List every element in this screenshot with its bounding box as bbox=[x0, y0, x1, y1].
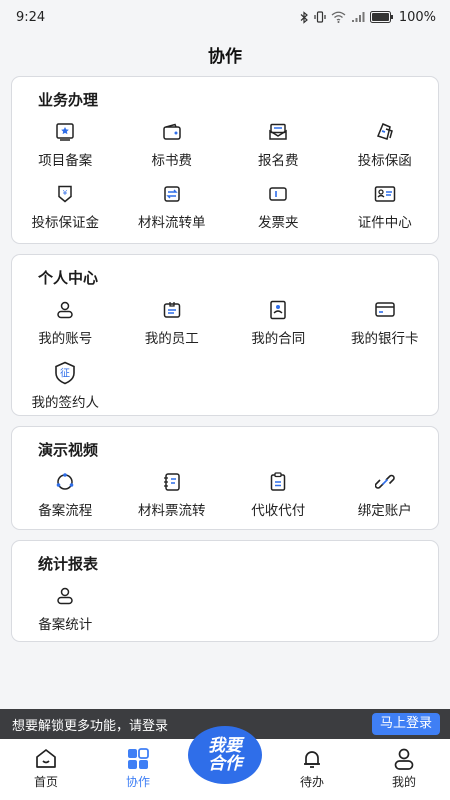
menu-item-material-ticket[interactable]: 材料票流转 bbox=[119, 461, 226, 523]
menu-item-project-record[interactable]: 项目备案 bbox=[12, 111, 119, 173]
svg-text:¥: ¥ bbox=[63, 189, 68, 197]
tab-mine[interactable]: 我的 bbox=[359, 747, 449, 790]
menu-item-label: 绑定账户 bbox=[357, 503, 412, 519]
home-icon bbox=[36, 749, 56, 768]
bluetooth-icon bbox=[300, 10, 308, 24]
cooperate-line-2: 合作 bbox=[208, 754, 242, 774]
menu-item-label: 我的账号 bbox=[38, 331, 93, 347]
user-icon bbox=[394, 748, 414, 770]
menu-item-signup-fee[interactable]: 报名费 bbox=[225, 111, 332, 173]
signup-fee-icon bbox=[267, 121, 289, 143]
menu-item-label: 备案统计 bbox=[38, 617, 93, 633]
menu-item-my-contract[interactable]: 我的合同 bbox=[225, 289, 332, 351]
record-flow-icon bbox=[54, 471, 76, 493]
menu-item-label: 项目备案 bbox=[38, 153, 93, 169]
menu-item-bid-guarantee[interactable]: 投标保函 bbox=[332, 111, 439, 173]
section-title: 个人中心 bbox=[38, 269, 99, 287]
page-title: 协作 bbox=[208, 46, 242, 67]
menu-item-label: 投标保证金 bbox=[31, 215, 100, 231]
section-personal: 个人中心 我的账号 我的员工 我的合同 我的银行卡 征 我的签约人 bbox=[11, 254, 439, 416]
menu-item-my-bank-card[interactable]: 我的银行卡 bbox=[332, 289, 439, 351]
employee-icon bbox=[161, 299, 183, 321]
section-reports: 统计报表 备案统计 bbox=[11, 540, 439, 642]
section-grid: 项目备案 标书费 报名费 投标保函 ¥ 投标保证金 材料流转单 发票夹 证件中心 bbox=[12, 111, 438, 235]
menu-item-material-transfer[interactable]: 材料流转单 bbox=[119, 173, 226, 235]
bind-account-icon bbox=[374, 471, 396, 493]
grid-icon bbox=[128, 748, 149, 769]
bell-icon bbox=[304, 751, 320, 768]
tab-label: 我的 bbox=[391, 775, 416, 789]
bid-guarantee-icon bbox=[374, 121, 396, 143]
status-icons: 100% bbox=[300, 10, 436, 25]
menu-item-collect-pay[interactable]: 代收代付 bbox=[225, 461, 332, 523]
menu-item-bid-deposit[interactable]: ¥ 投标保证金 bbox=[12, 173, 119, 235]
material-ticket-icon bbox=[161, 471, 183, 493]
tab-todo[interactable]: 待办 bbox=[267, 747, 357, 790]
contract-icon bbox=[267, 299, 289, 321]
cooperate-button[interactable]: 我要 合作 bbox=[188, 726, 262, 784]
tab-label: 首页 bbox=[33, 775, 58, 789]
menu-item-bid-fee[interactable]: 标书费 bbox=[119, 111, 226, 173]
account-icon bbox=[54, 299, 76, 321]
signal-icon bbox=[351, 12, 365, 22]
certificate-icon bbox=[374, 183, 396, 205]
menu-item-my-account[interactable]: 我的账号 bbox=[12, 289, 119, 351]
menu-item-label: 我的合同 bbox=[251, 331, 306, 347]
menu-item-label: 我的签约人 bbox=[31, 395, 100, 411]
menu-item-label: 材料票流转 bbox=[138, 503, 206, 519]
section-title: 业务办理 bbox=[38, 91, 99, 109]
section-business: 业务办理 项目备案 标书费 报名费 投标保函 ¥ 投标保证金 材料流转单 发票夹… bbox=[11, 76, 439, 244]
signatory-icon: 征 bbox=[53, 361, 77, 385]
section-grid: 我的账号 我的员工 我的合同 我的银行卡 征 我的签约人 bbox=[12, 289, 438, 413]
menu-item-certificate[interactable]: 证件中心 bbox=[332, 173, 439, 235]
menu-item-my-employee[interactable]: 我的员工 bbox=[119, 289, 226, 351]
tab-home[interactable]: 首页 bbox=[1, 747, 91, 790]
menu-item-invoice-folder[interactable]: 发票夹 bbox=[225, 173, 332, 235]
vibrate-icon bbox=[314, 11, 326, 23]
section-title: 统计报表 bbox=[38, 555, 99, 573]
menu-item-label: 发票夹 bbox=[258, 215, 299, 231]
battery-icon bbox=[369, 11, 393, 23]
bid-deposit-icon: ¥ bbox=[54, 183, 76, 205]
menu-item-my-signatory[interactable]: 征 我的签约人 bbox=[12, 351, 119, 413]
material-transfer-icon bbox=[161, 183, 183, 205]
login-button[interactable]: 马上登录 bbox=[371, 713, 440, 735]
invoice-folder-icon bbox=[267, 183, 289, 205]
section-grid: 备案流程 材料票流转 代收代付 绑定账户 bbox=[12, 461, 438, 523]
menu-item-record-flow[interactable]: 备案流程 bbox=[12, 461, 119, 523]
menu-item-label: 证件中心 bbox=[357, 215, 412, 231]
tab-collab[interactable]: 协作 bbox=[93, 747, 183, 790]
menu-item-label: 标书费 bbox=[151, 153, 193, 169]
menu-item-label: 代收代付 bbox=[251, 503, 306, 519]
record-stats-icon bbox=[54, 585, 76, 607]
menu-item-label: 报名费 bbox=[258, 153, 299, 169]
section-demo-videos: 演示视频 备案流程 材料票流转 代收代付 绑定账户 bbox=[11, 426, 439, 530]
status-bar: 9:24 100% bbox=[0, 0, 450, 34]
svg-text:征: 征 bbox=[60, 368, 70, 380]
menu-item-bind-account[interactable]: 绑定账户 bbox=[332, 461, 439, 523]
collect-pay-icon bbox=[267, 471, 289, 493]
bank-card-icon bbox=[374, 299, 396, 321]
menu-item-label: 备案流程 bbox=[38, 503, 93, 519]
menu-item-record-stats[interactable]: 备案统计 bbox=[12, 575, 119, 637]
project-record-icon bbox=[54, 121, 76, 143]
content: 业务办理 项目备案 标书费 报名费 投标保函 ¥ 投标保证金 材料流转单 发票夹… bbox=[0, 74, 450, 642]
section-grid: 备案统计 bbox=[12, 575, 438, 637]
menu-item-label: 投标保函 bbox=[357, 153, 412, 169]
status-time: 9:24 bbox=[16, 9, 46, 25]
section-title: 演示视频 bbox=[38, 441, 99, 459]
tab-label: 待办 bbox=[299, 775, 324, 789]
bid-fee-icon bbox=[161, 121, 183, 143]
cooperate-line-1: 我要 bbox=[208, 736, 242, 756]
battery-percent: 100% bbox=[398, 9, 436, 25]
menu-item-label: 材料流转单 bbox=[138, 215, 206, 231]
wifi-icon bbox=[331, 11, 346, 23]
login-prompt-text: 想要解锁更多功能，请登录 bbox=[12, 718, 169, 734]
menu-item-label: 我的员工 bbox=[144, 331, 199, 347]
menu-item-label: 我的银行卡 bbox=[351, 331, 419, 347]
tab-label: 协作 bbox=[125, 775, 150, 789]
